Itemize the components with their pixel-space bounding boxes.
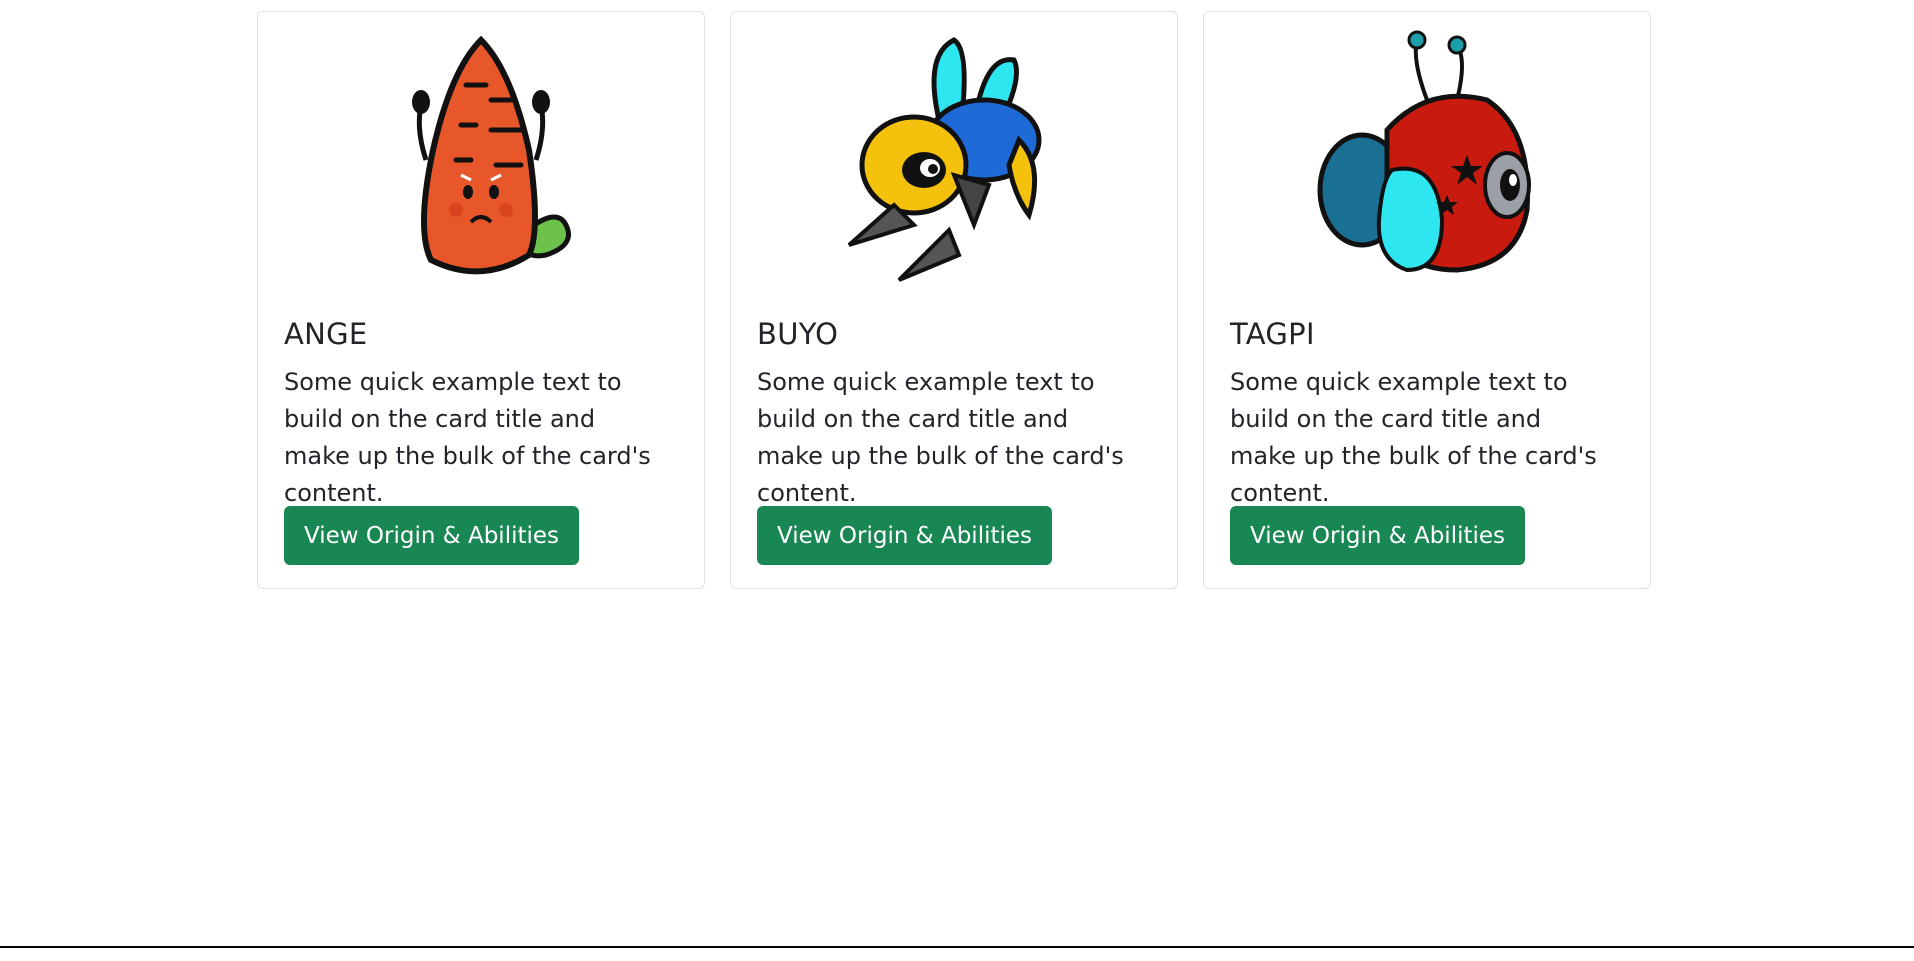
card-title: ANGE [284, 317, 368, 351]
card-text: Some quick example text to build on the … [284, 367, 651, 507]
card-text: Some quick example text to build on the … [1230, 367, 1597, 507]
ladybug-monster-icon [1317, 30, 1531, 273]
card-text: Some quick example text to build on the … [757, 367, 1124, 507]
view-origin-button[interactable]: View Origin & Abilities [284, 506, 580, 565]
card-body: ANGE Some quick example text to build on… [284, 317, 678, 512]
card-image [731, 24, 1177, 286]
card-image [1204, 24, 1650, 286]
card-buyo: BUYO Some quick example text to build on… [730, 11, 1178, 589]
view-origin-button[interactable]: View Origin & Abilities [1230, 506, 1526, 565]
card-image [258, 24, 704, 286]
bee-monster-icon [847, 37, 1042, 282]
card-ange: ANGE Some quick example text to build on… [257, 11, 705, 589]
card-grid: ANGE Some quick example text to build on… [257, 11, 1651, 589]
carrot-monster-icon [412, 35, 571, 275]
card-title: BUYO [757, 317, 839, 351]
page: ANGE Some quick example text to build on… [0, 0, 1914, 961]
card-tagpi: TAGPI Some quick example text to build o… [1203, 11, 1651, 589]
card-body: BUYO Some quick example text to build on… [757, 317, 1151, 512]
footer-divider [0, 946, 1914, 948]
card-body: TAGPI Some quick example text to build o… [1230, 317, 1624, 512]
view-origin-button[interactable]: View Origin & Abilities [757, 506, 1053, 565]
card-title: TAGPI [1230, 317, 1315, 351]
